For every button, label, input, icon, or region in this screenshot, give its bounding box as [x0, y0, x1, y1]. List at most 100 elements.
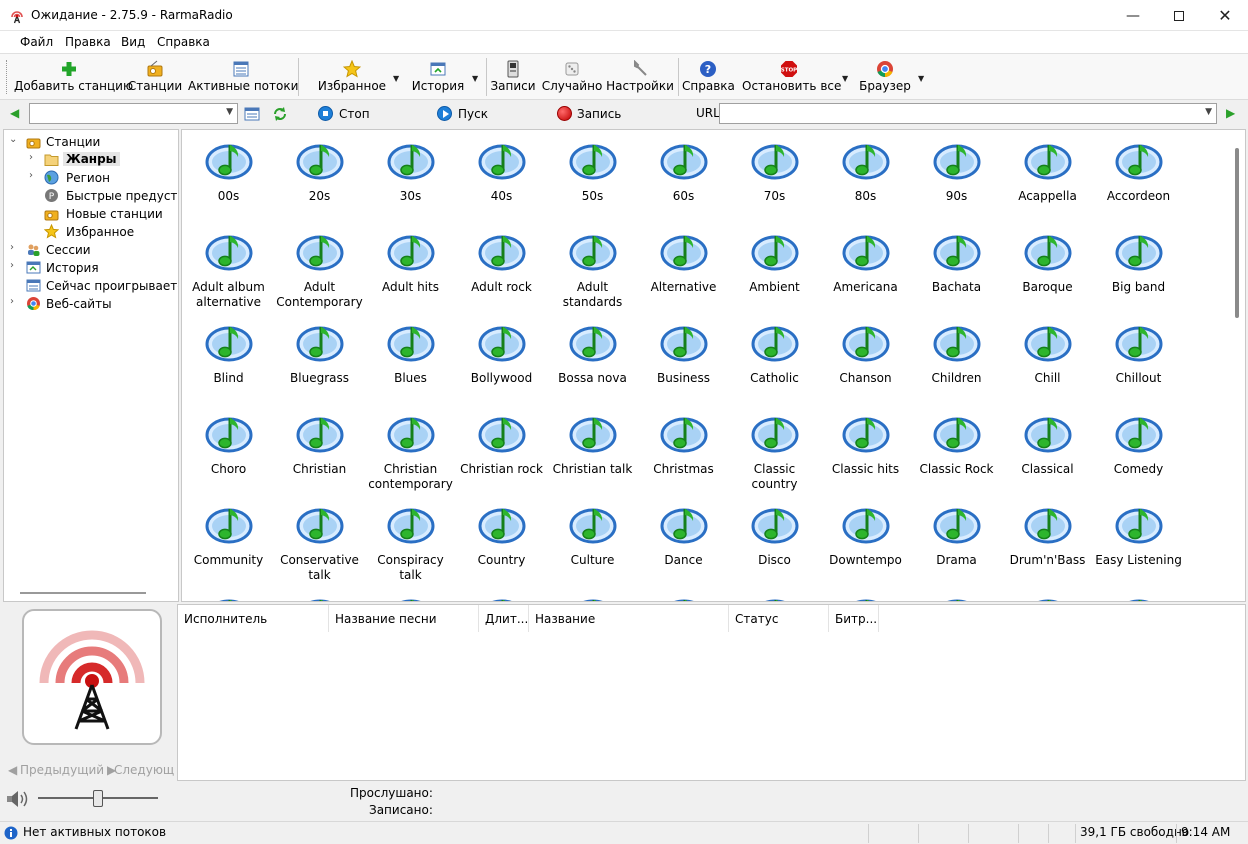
speaker-icon[interactable] [6, 790, 30, 808]
maximize-button[interactable] [1156, 0, 1202, 31]
genre-item[interactable]: Accordeon [1093, 133, 1184, 224]
stations-button[interactable]: Станции [127, 54, 183, 100]
genre-item[interactable]: Bossa nova [547, 315, 638, 406]
genre-item[interactable]: Adult album alternative [183, 224, 274, 315]
genre-item[interactable]: Acappella [1002, 133, 1093, 224]
favorites-button[interactable]: Избранное [314, 54, 390, 100]
genre-item[interactable]: Chill [1002, 315, 1093, 406]
column-header-duration[interactable]: Длит... [479, 605, 529, 632]
genre-item[interactable]: 30s [365, 133, 456, 224]
refresh-icon[interactable] [272, 106, 288, 122]
stop-all-button[interactable]: STOP Остановить все [742, 54, 841, 100]
genre-item[interactable]: Adult Contemporary [274, 224, 365, 315]
genre-item[interactable]: Children [911, 315, 1002, 406]
genre-item[interactable]: Classic Rock [911, 406, 1002, 497]
genre-item[interactable]: Downtempo [820, 497, 911, 588]
close-button[interactable]: ✕ [1202, 0, 1248, 31]
genre-item[interactable]: Bluegrass [274, 315, 365, 406]
genre-item[interactable] [638, 588, 729, 601]
genre-item[interactable]: Classic hits [820, 406, 911, 497]
random-button[interactable]: Случайно [540, 54, 604, 100]
genre-item[interactable]: Disco [729, 497, 820, 588]
genre-item[interactable] [911, 588, 1002, 601]
genre-item[interactable]: 00s [183, 133, 274, 224]
genre-item[interactable]: Choro [183, 406, 274, 497]
stop-all-dropdown-arrow-icon[interactable]: ▼ [842, 74, 848, 83]
expand-icon[interactable]: › [10, 260, 14, 271]
genre-item[interactable] [1002, 588, 1093, 601]
genre-item[interactable]: Ambient [729, 224, 820, 315]
genre-item[interactable]: Alternative [638, 224, 729, 315]
genre-item[interactable]: Comedy [1093, 406, 1184, 497]
genre-item[interactable]: Christian contemporary [365, 406, 456, 497]
menu-file[interactable]: Файл [20, 35, 53, 49]
column-header-bitrate[interactable]: Битр... [829, 605, 879, 632]
url-input[interactable]: ▼ [719, 103, 1217, 124]
expand-icon[interactable]: › [10, 296, 14, 307]
station-combo[interactable]: ▼ [29, 103, 238, 124]
genre-item[interactable] [274, 588, 365, 601]
column-header-artist[interactable]: Исполнитель [178, 605, 329, 632]
collapse-icon[interactable]: ⌄ [9, 134, 17, 145]
genre-item[interactable] [820, 588, 911, 601]
genre-item[interactable]: Conspiracy talk [365, 497, 456, 588]
genre-item[interactable]: Community [183, 497, 274, 588]
grid-vertical-scrollbar[interactable] [1235, 148, 1239, 318]
favorites-dropdown-arrow-icon[interactable]: ▼ [393, 74, 399, 83]
expand-icon[interactable]: › [29, 170, 33, 181]
genre-item[interactable]: Culture [547, 497, 638, 588]
genre-item[interactable]: Bachata [911, 224, 1002, 315]
menu-edit[interactable]: Правка [65, 35, 111, 49]
genre-item[interactable]: Classical [1002, 406, 1093, 497]
genre-item[interactable]: Christian rock [456, 406, 547, 497]
genre-item[interactable]: Catholic [729, 315, 820, 406]
history-button[interactable]: История [408, 54, 468, 100]
genre-item[interactable]: Christian [274, 406, 365, 497]
go-arrow-icon[interactable]: ▶ [1226, 106, 1235, 120]
add-station-button[interactable]: Добавить станцию [14, 54, 133, 100]
genre-item[interactable]: Chanson [820, 315, 911, 406]
genre-item[interactable]: 90s [911, 133, 1002, 224]
genre-item[interactable]: 20s [274, 133, 365, 224]
chevron-down-icon[interactable]: ▼ [226, 107, 233, 117]
genre-item[interactable] [547, 588, 638, 601]
chevron-down-icon[interactable]: ▼ [1205, 107, 1212, 117]
genre-item[interactable]: Country [456, 497, 547, 588]
station-info-icon[interactable] [244, 106, 260, 122]
genre-item[interactable] [729, 588, 820, 601]
genre-item[interactable]: Bollywood [456, 315, 547, 406]
history-dropdown-arrow-icon[interactable]: ▼ [472, 74, 478, 83]
genre-item[interactable] [365, 588, 456, 601]
menu-help[interactable]: Справка [157, 35, 210, 49]
column-header-name[interactable]: Название [529, 605, 729, 632]
genre-item[interactable]: Big band [1093, 224, 1184, 315]
help-button[interactable]: ? Справка [682, 54, 735, 100]
genre-item[interactable]: Adult standards [547, 224, 638, 315]
genre-item[interactable]: Blind [183, 315, 274, 406]
browser-dropdown-arrow-icon[interactable]: ▼ [918, 74, 924, 83]
back-arrow-icon[interactable]: ◀ [10, 106, 19, 120]
genre-item[interactable] [456, 588, 547, 601]
genre-item[interactable]: Blues [365, 315, 456, 406]
genre-item[interactable] [1093, 588, 1184, 601]
expand-icon[interactable]: › [29, 152, 33, 163]
genre-item[interactable]: 60s [638, 133, 729, 224]
browser-button[interactable]: Браузер [858, 54, 912, 100]
volume-slider-thumb[interactable] [93, 790, 103, 807]
genre-item[interactable]: 80s [820, 133, 911, 224]
genre-item[interactable]: 70s [729, 133, 820, 224]
genre-item[interactable]: 40s [456, 133, 547, 224]
genre-item[interactable]: Adult rock [456, 224, 547, 315]
genre-item[interactable]: Baroque [1002, 224, 1093, 315]
genre-item[interactable]: Drum'n'Bass [1002, 497, 1093, 588]
active-streams-button[interactable]: Активные потоки [188, 54, 298, 100]
genre-item[interactable]: Christmas [638, 406, 729, 497]
genre-item[interactable]: Drama [911, 497, 1002, 588]
previous-button[interactable]: ◀ Предыдущий [3, 760, 104, 782]
genre-item[interactable]: Business [638, 315, 729, 406]
recordings-button[interactable]: Записи [490, 54, 536, 100]
column-header-status[interactable]: Статус [729, 605, 829, 632]
genre-item[interactable]: Dance [638, 497, 729, 588]
genre-item[interactable]: Americana [820, 224, 911, 315]
genre-item[interactable]: Classic country [729, 406, 820, 497]
